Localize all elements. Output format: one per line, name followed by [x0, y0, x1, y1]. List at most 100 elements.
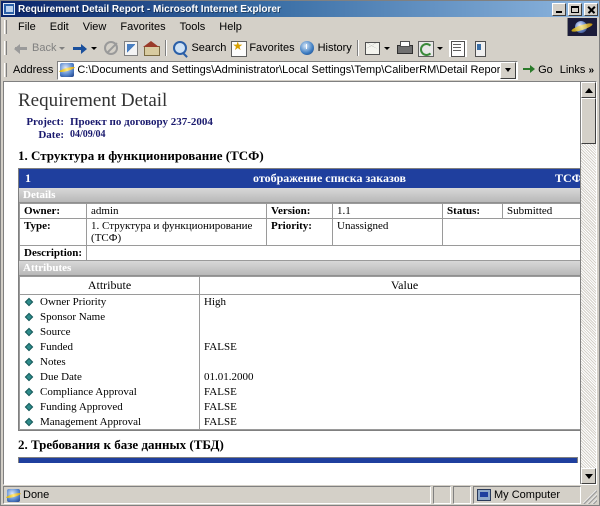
mail-button[interactable]: [362, 38, 394, 58]
stop-button[interactable]: [101, 38, 121, 58]
requirement-header-row: 1 отображение списка заказов ТСФ293: [19, 169, 580, 188]
status-pane-2: [433, 486, 451, 504]
security-zone-label: My Computer: [494, 489, 561, 501]
attribute-name-text: Management Approval: [40, 415, 142, 428]
project-label: Project:: [26, 116, 64, 128]
diamond-bullet-icon: [24, 342, 34, 351]
discuss-icon: [448, 39, 467, 57]
go-button[interactable]: Go: [518, 63, 557, 77]
maximize-button[interactable]: [568, 2, 582, 16]
forward-dropdown-icon[interactable]: [91, 46, 98, 50]
table-row: Sponsor Name: [19, 309, 580, 325]
search-icon: [172, 40, 189, 57]
menu-grip[interactable]: [4, 19, 7, 34]
back-arrow-icon: [13, 40, 30, 57]
favorites-star-icon: [230, 38, 248, 57]
address-dropdown-button[interactable]: [500, 61, 517, 79]
toolbar-separator: [165, 40, 168, 56]
attribute-value: FALSE: [199, 384, 580, 400]
search-button[interactable]: Search: [170, 38, 228, 58]
scroll-down-button[interactable]: [581, 468, 596, 484]
home-button[interactable]: [141, 38, 162, 58]
type-label: Type:: [18, 218, 88, 246]
resize-grip[interactable]: [583, 490, 597, 504]
attribute-name-text: Owner Priority: [40, 296, 107, 309]
my-computer-icon: [477, 489, 491, 501]
discuss-button[interactable]: [447, 38, 469, 58]
edit-dropdown-icon[interactable]: [436, 46, 443, 50]
links-label: Links: [559, 64, 586, 76]
menu-tools[interactable]: Tools: [173, 19, 213, 35]
attribute-name: Due Date: [19, 369, 200, 385]
report-document: Requirement Detail Project: Проект по до…: [4, 82, 580, 484]
attributes-table: Attribute Value Owner Priority High Spon…: [19, 276, 580, 430]
back-button[interactable]: Back: [11, 38, 69, 58]
address-label: Address: [13, 64, 54, 76]
table-row: Notes: [19, 354, 580, 370]
printer-icon: [396, 40, 413, 57]
scrollbar-track[interactable]: [581, 98, 596, 468]
menu-view[interactable]: View: [76, 19, 114, 35]
refresh-button[interactable]: [121, 38, 141, 58]
attribute-value: FALSE: [199, 399, 580, 415]
status-bar: Done My Computer: [1, 485, 599, 505]
favorites-button[interactable]: Favorites: [228, 38, 296, 58]
security-zone-pane[interactable]: My Computer: [473, 486, 581, 504]
menu-help[interactable]: Help: [212, 19, 249, 35]
requirement-number: 1: [25, 171, 31, 185]
address-grip[interactable]: [4, 63, 7, 77]
scroll-up-button[interactable]: [581, 82, 596, 98]
type-row-empty-cell: [442, 218, 580, 246]
messenger-icon: [471, 40, 488, 57]
ie-logo-animation: [567, 18, 597, 36]
attribute-name-text: Funding Approved: [40, 401, 123, 413]
attribute-column-header: Attribute: [19, 276, 200, 295]
attribute-name-text: Due Date: [40, 371, 82, 383]
requirement-tag: ТСФ293: [555, 171, 580, 185]
menu-file[interactable]: File: [11, 19, 43, 35]
attribute-name: Compliance Approval: [19, 384, 200, 400]
status-text-pane: Done: [3, 486, 431, 504]
back-dropdown-icon[interactable]: [59, 46, 66, 50]
status-pane-3: [453, 486, 471, 504]
document-viewport: Requirement Detail Project: Проект по до…: [3, 81, 597, 485]
toolbar-grip[interactable]: [4, 41, 7, 55]
history-button[interactable]: History: [297, 38, 354, 58]
table-row: Source: [19, 324, 580, 340]
diamond-bullet-icon: [24, 297, 34, 307]
attribute-value: [199, 309, 580, 325]
attribute-name: Owner Priority: [19, 294, 200, 310]
address-input[interactable]: C:\Documents and Settings\Administrator\…: [57, 60, 519, 80]
go-arrow-icon: [522, 63, 536, 77]
edit-icon: [417, 40, 434, 57]
links-button[interactable]: Links »: [557, 64, 597, 76]
close-button[interactable]: [584, 2, 598, 16]
description-value: [86, 245, 580, 261]
status-page-icon: [7, 488, 20, 502]
attribute-value: High: [199, 294, 580, 310]
forward-button[interactable]: [69, 38, 101, 58]
details-grid: Owner: admin Version: 1.1 Status: Submit…: [18, 203, 580, 261]
menu-favorites[interactable]: Favorites: [113, 19, 172, 35]
section-2-table-header: [18, 457, 578, 463]
attribute-name-text: Funded: [40, 341, 73, 353]
messenger-button[interactable]: [469, 38, 490, 58]
browser-window: Requirement Detail Report - Microsoft In…: [0, 0, 600, 506]
minimize-button[interactable]: [552, 2, 566, 16]
status-text: Done: [23, 489, 50, 501]
scrollbar-thumb[interactable]: [581, 98, 596, 144]
mail-dropdown-icon[interactable]: [383, 46, 390, 50]
edit-button[interactable]: [415, 38, 447, 58]
vertical-scrollbar[interactable]: [580, 82, 596, 484]
section-2-heading: 2. Требования к базе данных (ТБД): [18, 437, 224, 452]
print-button[interactable]: [394, 38, 415, 58]
navigation-toolbar: Back Search Favorites History: [1, 37, 599, 59]
menu-edit[interactable]: Edit: [43, 19, 76, 35]
toolbar-separator-2: [356, 40, 359, 56]
attribute-value: [199, 324, 580, 340]
attribute-name-text: Compliance Approval: [40, 386, 137, 398]
attribute-name: Sponsor Name: [19, 309, 200, 325]
go-label: Go: [538, 64, 553, 76]
diamond-bullet-icon: [24, 357, 34, 366]
version-label: Version:: [266, 203, 334, 219]
